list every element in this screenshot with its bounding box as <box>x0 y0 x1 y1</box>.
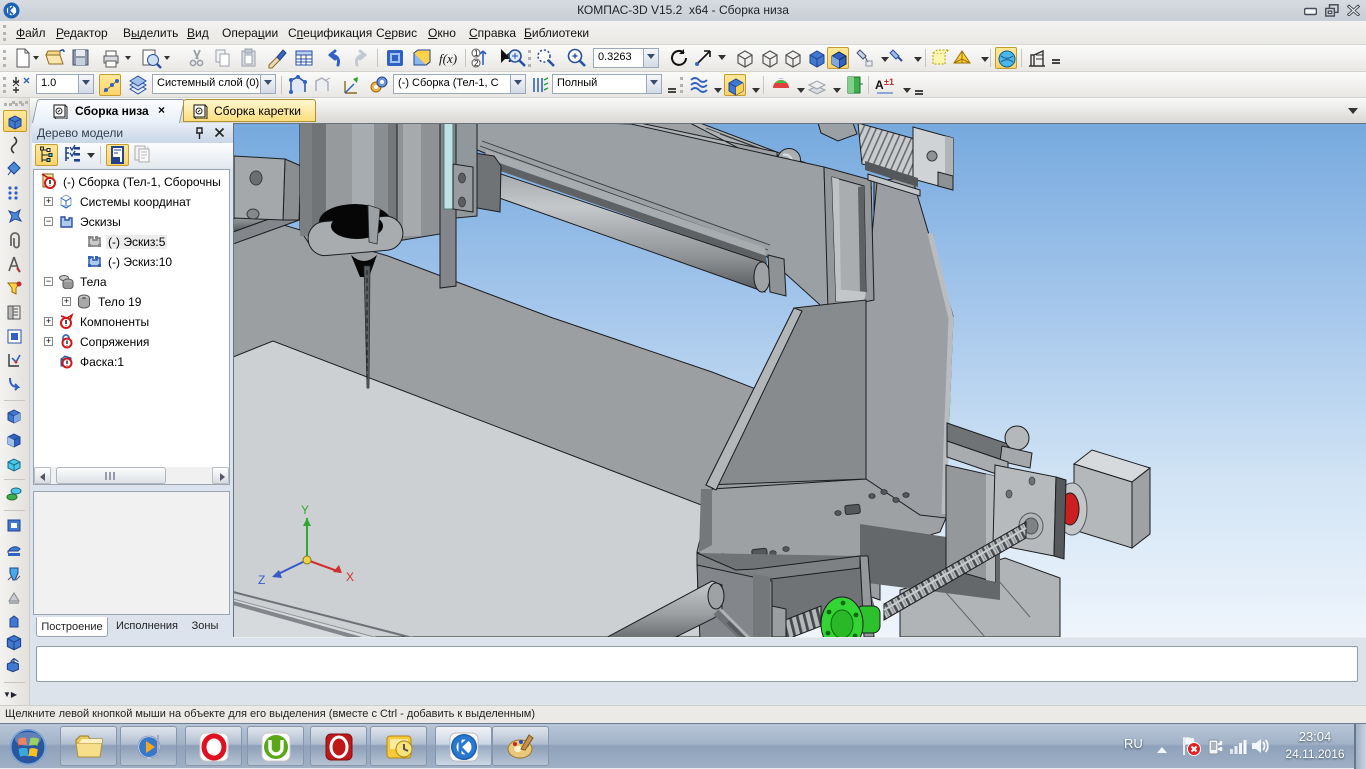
svg-text:A: A <box>875 78 884 92</box>
svg-text:X: X <box>346 570 354 584</box>
svg-text:1: 1 <box>474 49 479 58</box>
svg-text:±1: ±1 <box>884 77 894 87</box>
svg-text:2: 2 <box>474 59 479 68</box>
svg-text:Y: Y <box>301 503 309 517</box>
svg-text:Z: Z <box>258 573 265 587</box>
svg-text:f(x): f(x) <box>439 51 457 66</box>
